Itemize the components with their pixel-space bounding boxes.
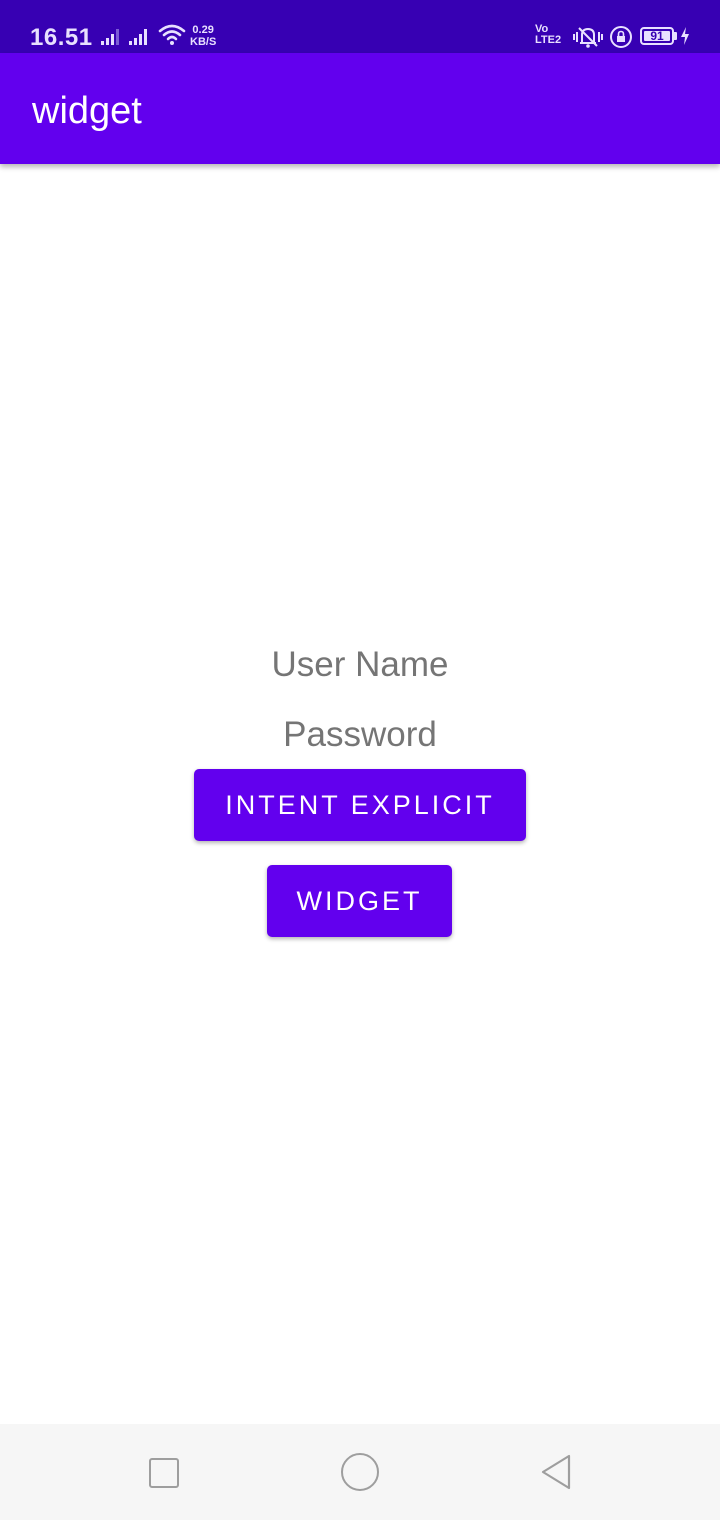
recents-icon[interactable]: [149, 1458, 179, 1488]
signal-icon: [101, 29, 119, 45]
network-speed-value: 0.29: [192, 24, 214, 36]
widget-button[interactable]: WIDGET: [267, 865, 452, 937]
battery-level: 91: [650, 29, 664, 43]
rotation-lock-icon: [610, 26, 632, 48]
navigation-bar: [0, 1424, 720, 1520]
network-speed: 0.29 KB/S: [190, 24, 216, 48]
password-field[interactable]: Password: [0, 715, 720, 755]
network-speed-unit: KB/S: [190, 36, 217, 48]
screen: 16.51 0.29 KB/S Vo LTE2 91 widget User N…: [0, 0, 720, 1520]
status-bar: 16.51 0.29 KB/S Vo LTE2 91: [0, 0, 720, 53]
volte-icon: Vo LTE2: [535, 24, 561, 46]
battery-icon: 91: [640, 27, 674, 45]
app-bar: widget: [0, 53, 720, 164]
volte-bottom: LTE2: [535, 34, 562, 46]
signal-icon: [129, 29, 147, 45]
home-icon[interactable]: [341, 1453, 379, 1491]
wifi-icon: [158, 24, 186, 45]
intent-explicit-button[interactable]: INTENT EXPLICIT: [194, 769, 526, 841]
charging-bolt-icon: [681, 27, 689, 45]
back-icon[interactable]: [539, 1453, 573, 1491]
app-title: widget: [32, 90, 142, 132]
status-time: 16.51: [30, 24, 93, 51]
vibrate-icon: [573, 27, 603, 48]
username-field[interactable]: User Name: [0, 645, 720, 685]
battery-cap: [674, 32, 677, 40]
